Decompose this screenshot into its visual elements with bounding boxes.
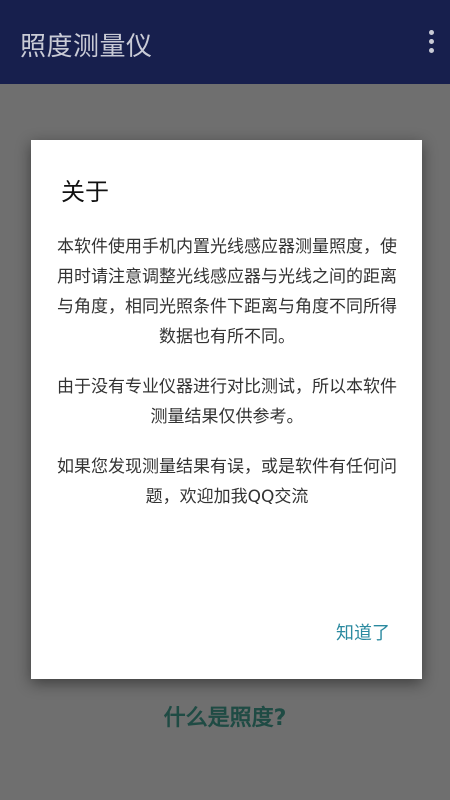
app-bar: 照度测量仪	[0, 0, 450, 84]
menu-dot	[428, 30, 434, 35]
app-title: 照度测量仪	[20, 32, 153, 62]
ok-button[interactable]: 知道了	[334, 615, 392, 649]
dialog-body: 本软件使用手机内置光线感应器测量照度，使用时请注意调整光线感应器与光线之间的距离…	[55, 232, 399, 532]
menu-dot	[428, 39, 434, 44]
dialog-paragraph: 本软件使用手机内置光线感应器测量照度，使用时请注意调整光线感应器与光线之间的距离…	[57, 237, 397, 347]
dialog-paragraph: 由于没有专业仪器进行对比测试，所以本软件测量结果仅供参考。	[57, 377, 397, 427]
what-is-illuminance-link[interactable]: 什么是照度?	[0, 700, 450, 732]
more-vert-icon[interactable]	[426, 30, 436, 56]
dialog-title: 关于	[61, 178, 109, 206]
screen: 照度测量仪 什么是照度? 关于 本软件使用手机内置光线感应器测量照度，使用时请注…	[0, 0, 450, 800]
dialog-paragraph: 如果您发现测量结果有误，或是软件有任何问题，欢迎加我QQ交流	[57, 457, 397, 507]
about-dialog: 关于 本软件使用手机内置光线感应器测量照度，使用时请注意调整光线感应器与光线之间…	[31, 140, 422, 679]
menu-dot	[428, 48, 434, 53]
